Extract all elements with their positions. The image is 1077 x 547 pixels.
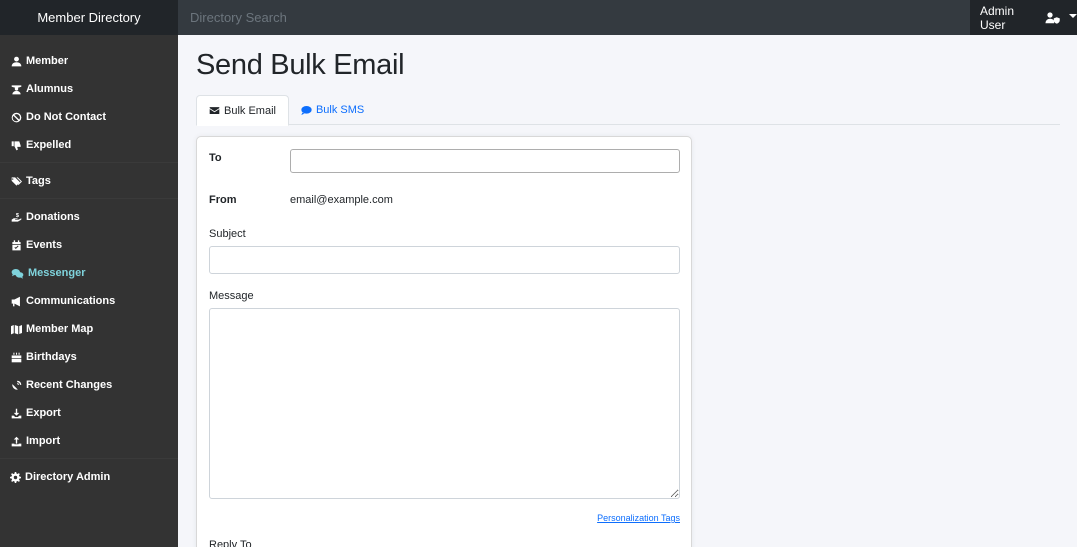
directory-search-input[interactable] xyxy=(178,0,970,35)
message-label: Message xyxy=(209,290,254,302)
thumbs-down-icon xyxy=(11,140,22,151)
tab-bulk-email[interactable]: Bulk Email xyxy=(196,95,289,126)
from-label: From xyxy=(209,194,237,206)
main-content: Send Bulk Email Bulk Email Bulk SMS To F… xyxy=(178,35,1077,547)
sidebar-item-label: Donations xyxy=(26,211,80,223)
sidebar-item-events[interactable]: Events xyxy=(0,231,178,259)
chevron-down-icon xyxy=(1069,14,1077,18)
sidebar-item-label: Events xyxy=(26,239,63,251)
hand-holding-dollar-icon: $ xyxy=(11,212,22,223)
sidebar-item-member-map[interactable]: Member Map xyxy=(0,315,178,343)
sidebar-item-expelled[interactable]: Expelled xyxy=(0,131,178,159)
message-textarea[interactable] xyxy=(209,308,680,499)
from-value: email@example.com xyxy=(290,194,393,206)
svg-text:$: $ xyxy=(16,212,19,218)
satellite-dish-icon xyxy=(11,380,22,391)
map-icon xyxy=(11,324,22,335)
subject-input[interactable] xyxy=(209,246,680,274)
sidebar-item-import[interactable]: Import xyxy=(0,427,178,455)
download-icon xyxy=(11,408,22,419)
message-type-tabs: Bulk Email Bulk SMS xyxy=(196,95,1060,126)
sidebar-item-label: Expelled xyxy=(26,139,72,151)
tab-bulk-sms[interactable]: Bulk SMS xyxy=(289,95,376,125)
gear-icon xyxy=(10,471,21,483)
sidebar: Member Alumnus Do Not Contact Expelled T… xyxy=(0,35,178,547)
to-input[interactable] xyxy=(290,149,680,173)
tab-label: Bulk SMS xyxy=(315,104,365,116)
tags-icon xyxy=(11,176,22,187)
bullhorn-icon xyxy=(11,296,22,307)
page-title: Send Bulk Email xyxy=(196,49,405,81)
ban-icon xyxy=(11,112,22,123)
sidebar-item-label: Member Map xyxy=(26,323,94,335)
sidebar-item-alumnus[interactable]: Alumnus xyxy=(0,75,178,103)
reply-to-label: Reply To xyxy=(209,539,252,547)
sidebar-divider xyxy=(0,458,178,459)
top-navbar: Member Directory Admin User xyxy=(0,0,1077,35)
envelope-icon xyxy=(209,105,220,116)
sidebar-item-label: Tags xyxy=(26,175,51,187)
sidebar-item-birthdays[interactable]: Birthdays xyxy=(0,343,178,371)
user-icon xyxy=(11,56,22,67)
sidebar-item-label: Export xyxy=(26,407,61,419)
sidebar-item-directory-admin[interactable]: Directory Admin xyxy=(0,463,178,491)
user-name: Admin User xyxy=(980,3,1015,32)
sidebar-item-label: Do Not Contact xyxy=(26,111,107,123)
calendar-check-icon xyxy=(11,239,22,251)
sidebar-item-label: Import xyxy=(26,435,61,447)
sidebar-item-label: Alumnus xyxy=(26,83,74,95)
sidebar-item-label: Member xyxy=(26,55,69,67)
to-label: To xyxy=(209,152,222,164)
sidebar-item-member[interactable]: Member xyxy=(0,47,178,75)
comments-icon xyxy=(11,268,24,279)
tab-label: Bulk Email xyxy=(224,104,276,117)
upload-icon xyxy=(11,436,22,447)
personalization-tags-link[interactable]: Personalization Tags xyxy=(597,513,680,523)
brand-link[interactable]: Member Directory xyxy=(0,0,178,35)
sidebar-item-tags[interactable]: Tags xyxy=(0,167,178,195)
sidebar-item-label: Communications xyxy=(26,295,116,307)
user-menu-dropdown[interactable]: Admin User xyxy=(970,0,1077,35)
sidebar-divider xyxy=(0,162,178,163)
user-shield-icon xyxy=(1045,11,1061,24)
sidebar-item-donations[interactable]: $ Donations xyxy=(0,203,178,231)
sidebar-item-do-not-contact[interactable]: Do Not Contact xyxy=(0,103,178,131)
subject-label: Subject xyxy=(209,228,246,240)
sidebar-item-messenger[interactable]: Messenger xyxy=(0,259,178,287)
user-graduate-icon xyxy=(11,84,22,95)
sidebar-item-label: Birthdays xyxy=(26,351,77,363)
sidebar-item-label: Directory Admin xyxy=(25,471,111,483)
sidebar-divider xyxy=(0,198,178,199)
bulk-email-form: To From email@example.com Subject Messag… xyxy=(196,136,692,547)
sidebar-item-recent-changes[interactable]: Recent Changes xyxy=(0,371,178,399)
sidebar-item-label: Messenger xyxy=(28,267,86,279)
birthday-cake-icon xyxy=(11,352,22,363)
sidebar-item-communications[interactable]: Communications xyxy=(0,287,178,315)
sidebar-item-export[interactable]: Export xyxy=(0,399,178,427)
sidebar-item-label: Recent Changes xyxy=(26,379,113,391)
sms-icon xyxy=(301,105,312,116)
